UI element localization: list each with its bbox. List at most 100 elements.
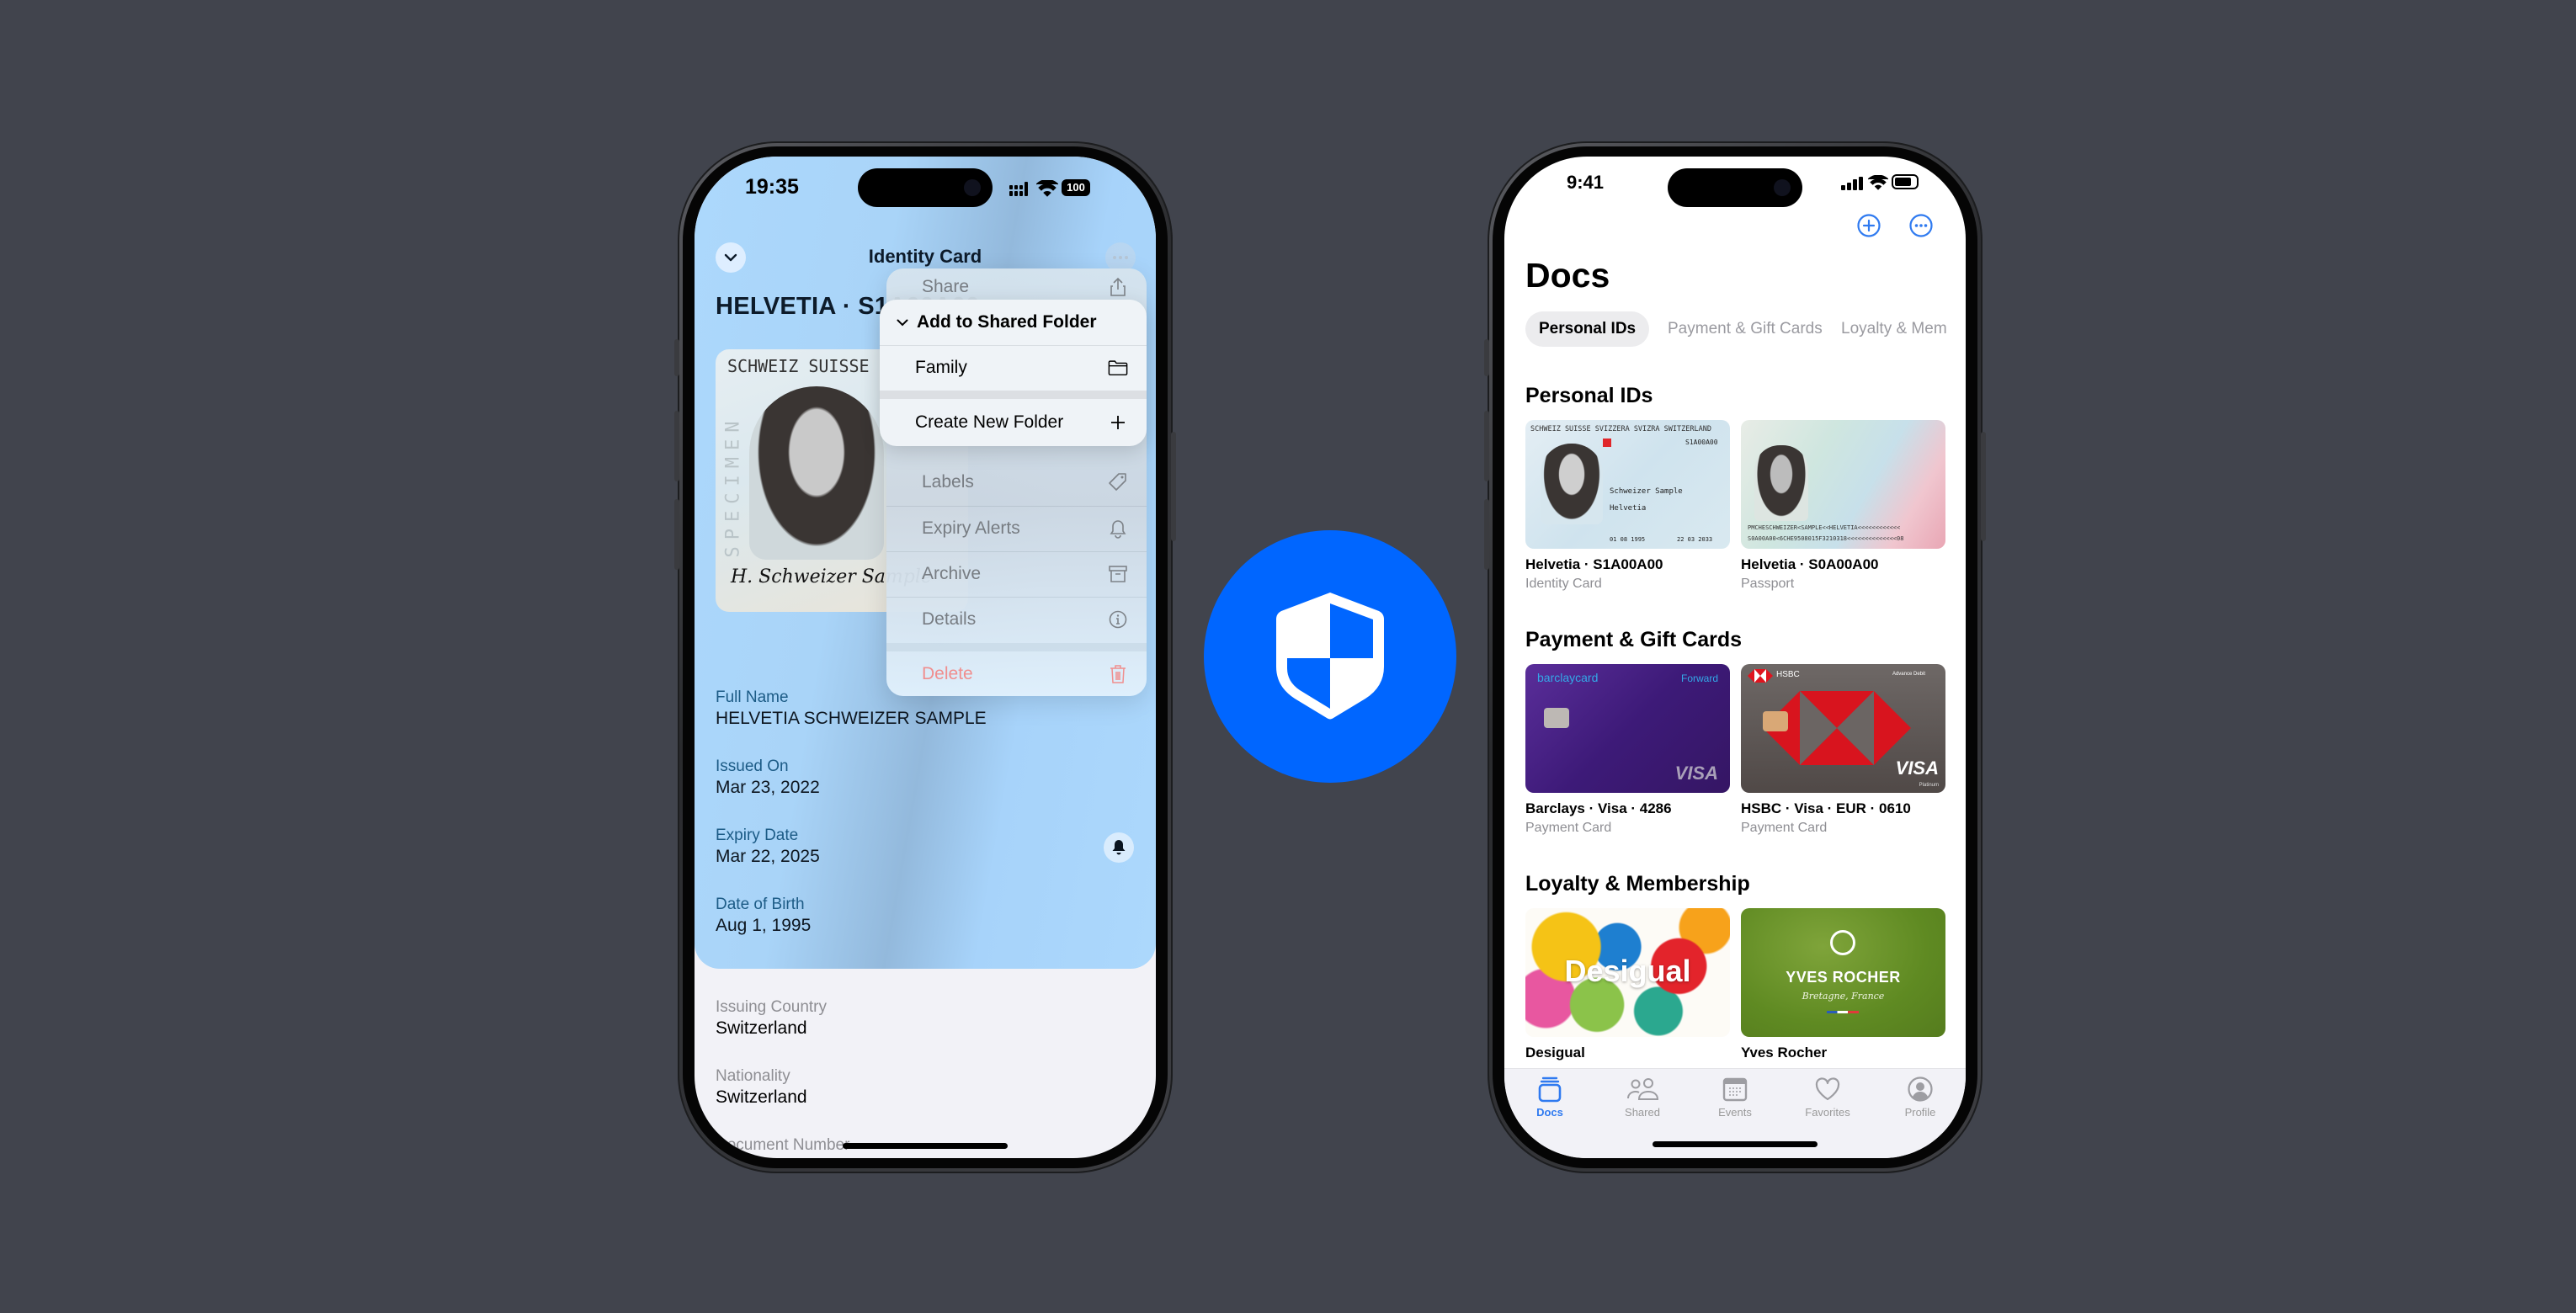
brand-tagline: Bretagne, France (1802, 991, 1885, 1002)
menu-item-expiry-alerts[interactable]: Expiry Alerts (886, 506, 1147, 551)
menu-item-labels[interactable]: Labels (886, 459, 1147, 506)
doc-title: Yves Rocher (1741, 1045, 1828, 1060)
section-title-personal-ids: Personal IDs (1525, 384, 1653, 407)
tab-docs[interactable]: Docs (1516, 1076, 1583, 1119)
submenu-title: Add to Shared Folder (917, 312, 1097, 332)
doc-thumbnail-hsbc[interactable]: HSBC Advance Debit VISA Platinum (1741, 664, 1945, 793)
menu-item-label: Delete (922, 663, 973, 683)
chevron-down-icon (897, 319, 908, 326)
thumb-dob: 01 08 1995 (1610, 536, 1646, 543)
volume-up-button (674, 411, 679, 481)
field-value-issuing-country: Switzerland (716, 1018, 807, 1038)
expiry-alert-button[interactable] (1104, 832, 1134, 863)
filter-chip-personal-ids[interactable]: Personal IDs (1525, 311, 1650, 347)
filter-chip-loyalty-membership[interactable]: Loyalty & Mem (1828, 311, 1961, 347)
id-card-header: SCHWEIZ SUISSE S (727, 356, 890, 376)
menu-item-archive[interactable]: Archive (886, 551, 1147, 597)
people-icon (1627, 1078, 1659, 1100)
thumb-surname: Schweizer Sample (1610, 487, 1683, 496)
field-label-issuing-country: Issuing Country (716, 998, 828, 1016)
info-icon (1108, 609, 1128, 630)
menu-item-label: Archive (922, 564, 982, 583)
mrz-line-1: PMCHESCHWEIZER<SAMPLE<<HELVETIA<<<<<<<<<… (1748, 524, 1901, 531)
field-label-full-name: Full Name (716, 688, 789, 706)
doc-thumbnail-yves-rocher[interactable]: YVES ROCHER Bretagne, France (1741, 908, 1945, 1037)
tab-profile[interactable]: Profile (1887, 1076, 1954, 1119)
home-indicator[interactable] (1653, 1141, 1818, 1147)
doc-title: Barclays · Visa · 4286 (1525, 800, 1672, 816)
brand-logo: YVES ROCHER (1786, 969, 1901, 986)
field-value-nationality: Switzerland (716, 1087, 807, 1107)
docs-stack-icon (1538, 1076, 1562, 1103)
portrait-photo (1754, 445, 1808, 521)
status-time: 19:35 (745, 175, 799, 199)
phone-left: 19:35 100 Identity Card HELVETIA · S1A00… (674, 141, 1176, 1173)
doc-subtitle: Payment Card (1525, 821, 1612, 835)
doc-thumbnail-desigual[interactable]: Desigual (1525, 908, 1730, 1037)
more-options-button[interactable] (1908, 213, 1934, 242)
menu-item-label: Share (922, 277, 970, 296)
submenu-header[interactable]: Add to Shared Folder (880, 300, 1147, 345)
network-logo: VISA (1895, 758, 1939, 779)
wifi-icon (1867, 174, 1889, 194)
folder-icon (1108, 358, 1128, 378)
chip-graphic (1544, 708, 1569, 728)
ellipsis-circle-icon (1909, 214, 1933, 237)
action-button (674, 339, 679, 376)
field-label-date-of-birth: Date of Birth (716, 896, 805, 913)
network-tier: Platinum (1919, 783, 1939, 788)
field-label-nationality: Nationality (716, 1067, 790, 1085)
doc-subtitle: Identity Card (1525, 577, 1602, 591)
add-button[interactable] (1856, 213, 1881, 242)
menu-item-family[interactable]: Family (880, 345, 1147, 391)
shield-icon (1276, 593, 1384, 720)
submenu-add-to-shared-folder: Add to Shared Folder Family Create New F… (880, 300, 1147, 446)
doc-title: Desigual (1525, 1045, 1585, 1060)
doc-title: Helvetia · S0A00A00 (1741, 556, 1879, 572)
doc-title: Helvetia · S1A00A00 (1525, 556, 1663, 572)
portrait-photo (1541, 444, 1603, 524)
menu-item-details[interactable]: Details (886, 597, 1147, 642)
plus-circle-icon (1857, 214, 1881, 237)
field-value-full-name: HELVETIA SCHWEIZER SAMPLE (716, 709, 987, 728)
ellipsis-icon (1113, 256, 1128, 259)
menu-item-create-new-folder[interactable]: Create New Folder (880, 399, 1147, 446)
tab-label: Events (1718, 1106, 1752, 1119)
home-indicator[interactable] (843, 1143, 1008, 1149)
person-circle-icon (1908, 1076, 1933, 1102)
doc-subtitle: Passport (1741, 577, 1795, 591)
battery-level: 100 (1067, 181, 1085, 194)
wifi-icon (1035, 179, 1059, 201)
power-button (1171, 432, 1176, 541)
cellular-signal-icon (1009, 182, 1033, 201)
app-logo-badge (1204, 530, 1456, 783)
battery-icon: 100 (1062, 179, 1090, 196)
menu-item-label: Labels (922, 472, 974, 492)
dynamic-island (858, 168, 993, 207)
doc-title: HSBC · Visa · EUR · 0610 (1741, 800, 1911, 816)
doc-thumbnail-barclays[interactable]: barclaycard Forward VISA (1525, 664, 1730, 793)
doc-thumbnail-passport[interactable]: PMCHESCHWEIZER<SAMPLE<<HELVETIA<<<<<<<<<… (1741, 420, 1945, 549)
menu-item-label: Expiry Alerts (922, 518, 1020, 538)
network-logo: VISA (1674, 763, 1718, 784)
tab-events[interactable]: Events (1701, 1076, 1769, 1119)
brand-logo: Desigual (1564, 954, 1691, 988)
tab-shared[interactable]: Shared (1609, 1076, 1676, 1119)
menu-item-delete[interactable]: Delete (886, 651, 1147, 696)
phone-right: 9:41 Docs Personal IDs Payment & Gift Ca… (1484, 141, 1986, 1173)
archive-icon (1108, 564, 1128, 584)
tab-label: Docs (1536, 1106, 1563, 1119)
volume-up-button (1484, 411, 1489, 481)
tab-favorites[interactable]: Favorites (1794, 1076, 1861, 1119)
doc-thumbnail-identity-card[interactable]: SCHWEIZ SUISSE SVIZZERA SVIZRA SWITZERLA… (1525, 420, 1730, 549)
calendar-icon (1722, 1077, 1748, 1102)
filter-chip-payment-gift-cards[interactable]: Payment & Gift Cards (1654, 311, 1836, 347)
field-label-issued-on: Issued On (716, 758, 789, 775)
menu-group-separator (886, 643, 1147, 651)
share-icon (1108, 277, 1128, 297)
chip-graphic (1763, 711, 1788, 731)
cellular-signal-icon (1841, 177, 1863, 194)
tab-label: Profile (1904, 1106, 1936, 1119)
field-label-expiry-date: Expiry Date (716, 827, 799, 844)
battery-icon (1892, 174, 1919, 189)
